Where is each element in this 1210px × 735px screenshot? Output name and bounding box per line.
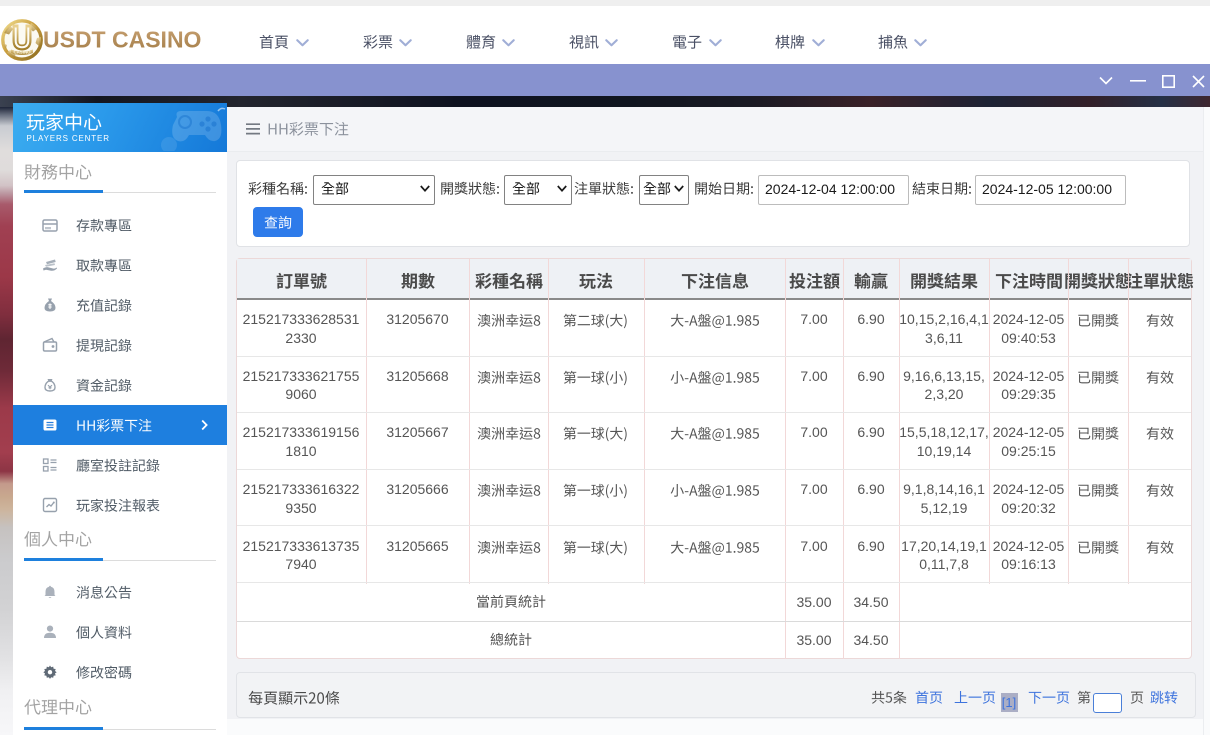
svg-text:CASINO: CASINO — [13, 50, 31, 55]
svg-text:USDT CASINO: USDT CASINO — [43, 27, 201, 53]
